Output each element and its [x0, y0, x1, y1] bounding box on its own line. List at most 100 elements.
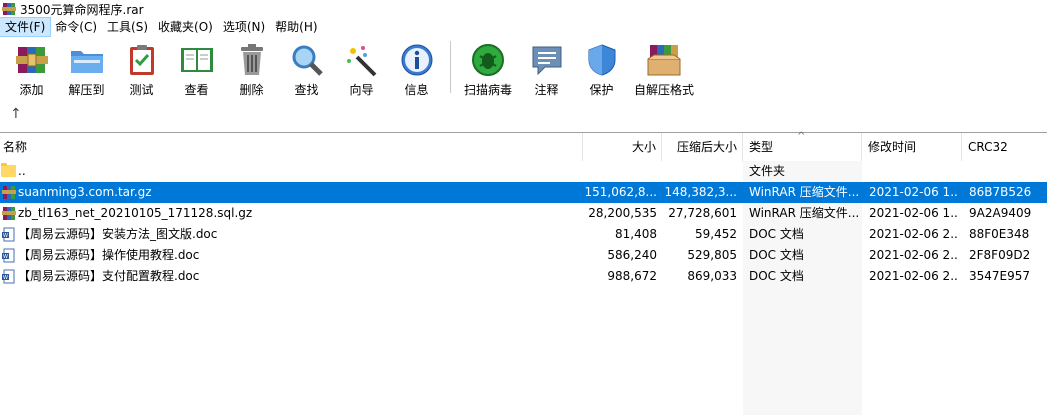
file-modified: 2021-02-06 2... [869, 227, 959, 241]
file-crc: 86B7B526 [969, 185, 1032, 199]
comment-button[interactable]: 注释 [519, 38, 574, 98]
table-row[interactable]: W 【周易云源码】操作使用教程.doc 586,240 529,805 DOC 文档 20… [0, 245, 1047, 266]
sfx-label: 自解压格式 [633, 83, 694, 97]
menu-tools[interactable]: 工具(S) [102, 18, 153, 36]
shield-icon [584, 42, 620, 77]
scan-virus-label: 扫描病毒 [463, 83, 512, 97]
column-header-size[interactable]: 大小 [583, 133, 662, 161]
extract-label: 解压到 [68, 83, 105, 97]
file-modified: 2021-02-06 2... [869, 269, 959, 283]
file-name: suanming3.com.tar.gz [18, 185, 152, 199]
title-bar: 3500元算命网程序.rar [0, 0, 1047, 18]
column-header-name[interactable]: 名称 [0, 133, 583, 161]
clipboard-check-icon [124, 42, 160, 77]
file-name: .. [18, 164, 26, 178]
magic-wand-icon [344, 42, 380, 77]
file-size: 586,240 [607, 248, 657, 262]
file-name: zb_tl163_net_20210105_171128.sql.gz [18, 206, 253, 220]
rar-archive-icon [2, 207, 16, 220]
file-type: DOC 文档 [749, 248, 804, 262]
doc-icon: W [2, 227, 15, 242]
svg-text:W: W [3, 233, 8, 239]
file-modified [869, 161, 959, 182]
test-label: 测试 [129, 83, 154, 97]
file-size [583, 161, 657, 182]
scan-virus-button[interactable]: 扫描病毒 [457, 38, 519, 98]
up-arrow-icon[interactable]: ↑ [10, 106, 22, 122]
trash-icon [234, 42, 270, 77]
view-button[interactable]: 查看 [169, 38, 224, 98]
file-crc: 2F8F09D2 [969, 248, 1031, 262]
file-type: DOC 文档 [749, 227, 804, 241]
file-type: WinRAR 压缩文件... [749, 206, 859, 220]
comment-label: 注释 [534, 83, 559, 97]
menu-file[interactable]: 文件(F) [0, 17, 52, 37]
info-icon [399, 42, 435, 77]
file-packed-size: 529,805 [687, 248, 737, 262]
virus-scan-icon [470, 42, 506, 77]
delete-button[interactable]: 删除 [224, 38, 279, 98]
file-type: DOC 文档 [749, 269, 804, 283]
info-button[interactable]: 信息 [389, 38, 444, 98]
file-modified: 2021-02-06 1... [869, 185, 959, 199]
menu-bar: 文件(F) 命令(C) 工具(S) 收藏夹(O) 选项(N) 帮助(H) [0, 17, 1047, 37]
extract-button[interactable]: 解压到 [59, 38, 114, 98]
toolbar-divider [450, 41, 451, 93]
file-packed-size: 148,382,3... [664, 185, 737, 199]
column-header-modified[interactable]: 修改时间 [862, 133, 962, 161]
table-row[interactable]: zb_tl163_net_20210105_171128.sql.gz 28,20… [0, 203, 1047, 224]
sfx-box-icon [646, 42, 682, 77]
column-header-crc[interactable]: CRC32 [962, 133, 1047, 161]
find-button[interactable]: 查找 [279, 38, 334, 98]
add-archive-icon [14, 42, 50, 77]
file-name: 【周易云源码】支付配置教程.doc [18, 269, 200, 283]
file-size: 28,200,535 [588, 206, 657, 220]
svg-text:W: W [3, 254, 8, 260]
protect-label: 保护 [589, 83, 614, 97]
file-packed-size [662, 161, 737, 182]
table-row[interactable]: .. 文件夹 [0, 161, 1047, 182]
file-type: 文件夹 [749, 164, 786, 178]
find-label: 查找 [294, 83, 319, 97]
navigation-bar: ↑ [0, 104, 40, 126]
table-row[interactable]: W 【周易云源码】支付配置教程.doc 988,672 869,033 DOC 文档 20… [0, 266, 1047, 287]
menu-favorites[interactable]: 收藏夹(O) [153, 18, 218, 36]
file-crc: 88F0E348 [969, 227, 1030, 241]
menu-options[interactable]: 选项(N) [218, 18, 270, 36]
test-button[interactable]: 测试 [114, 38, 169, 98]
table-row[interactable]: suanming3.com.tar.gz 151,062,8... 148,382,… [0, 182, 1047, 203]
protect-button[interactable]: 保护 [574, 38, 629, 98]
sfx-button[interactable]: 自解压格式 [629, 38, 699, 98]
file-modified: 2021-02-06 2... [869, 248, 959, 262]
wizard-button[interactable]: 向导 [334, 38, 389, 98]
info-label: 信息 [404, 83, 429, 97]
doc-icon: W [2, 248, 15, 263]
file-type: WinRAR 压缩文件... [749, 185, 859, 199]
file-name: 【周易云源码】操作使用教程.doc [18, 248, 200, 262]
doc-icon: W [2, 269, 15, 284]
list-header: 名称 大小 压缩后大小 类型 修改时间 CRC32 ^ [0, 131, 1047, 161]
menu-commands[interactable]: 命令(C) [50, 18, 102, 36]
add-label: 添加 [19, 83, 44, 97]
file-crc [969, 161, 1044, 182]
file-modified: 2021-02-06 1... [869, 206, 959, 220]
svg-text:W: W [3, 275, 8, 281]
file-size: 151,062,8... [584, 185, 657, 199]
toolbar: 添加 解压到 测试 查看 删除 查找 向导 信息 扫描病毒 注释 保护 自解压格… [0, 38, 1047, 98]
winrar-app-icon [2, 3, 16, 15]
window-title: 3500元算命网程序.rar [20, 2, 144, 17]
file-crc: 3547E957 [969, 269, 1031, 283]
wizard-label: 向导 [349, 83, 374, 97]
add-button[interactable]: 添加 [4, 38, 59, 98]
file-crc: 9A2A9409 [969, 206, 1032, 220]
file-packed-size: 869,033 [687, 269, 737, 283]
column-header-packed[interactable]: 压缩后大小 [662, 133, 743, 161]
extract-folder-icon [69, 42, 105, 77]
sort-ascending-icon: ^ [797, 131, 806, 142]
file-packed-size: 27,728,601 [668, 206, 737, 220]
menu-help[interactable]: 帮助(H) [270, 18, 322, 36]
book-icon [179, 42, 215, 77]
comment-icon [529, 42, 565, 77]
table-row[interactable]: W 【周易云源码】安装方法_图文版.doc 81,408 59,452 DOC 文档 20… [0, 224, 1047, 245]
delete-label: 删除 [239, 83, 264, 97]
